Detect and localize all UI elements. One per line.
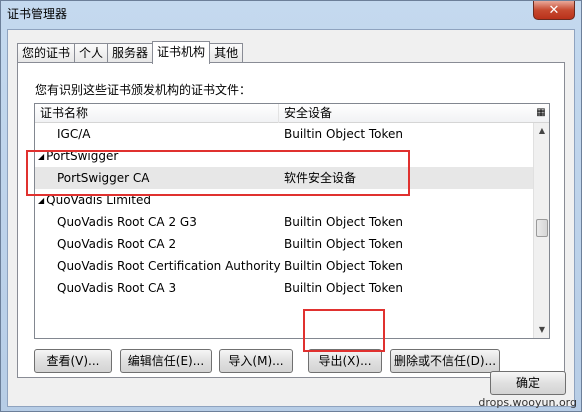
tree-header: 证书名称 安全设备 ▦ — [35, 104, 549, 123]
cert-device: Builtin Object Token — [284, 127, 404, 141]
group-name: QuoVadis Limited — [46, 193, 151, 207]
watermark-text: drops.wooyun.org — [478, 396, 577, 409]
cert-device: Builtin Object Token — [284, 215, 404, 229]
tree-group-row[interactable]: ◢ PortSwigger — [35, 145, 533, 167]
dialog-client-area: 您的证书 个人 服务器 证书机构 其他 您有识别这些证书颁发机构的证书文件： 证… — [7, 29, 575, 407]
delete-distrust-button[interactable]: 删除或不信任(D)... — [390, 349, 500, 373]
tree-group-row[interactable]: ◢ QuoVadis Limited — [35, 189, 533, 211]
cert-device: 软件安全设备 — [284, 171, 357, 185]
column-header-security-device[interactable]: 安全设备 — [279, 104, 533, 123]
title-bar[interactable]: 证书管理器 ✕ — [1, 1, 581, 25]
cert-name: QuoVadis Root Certification Authority — [57, 259, 281, 273]
cert-name: QuoVadis Root CA 3 — [57, 281, 177, 295]
export-button[interactable]: 导出(X)... — [308, 349, 382, 373]
authorities-panel: 您有识别这些证书颁发机构的证书文件： 证书名称 安全设备 ▦ IGC/A Bui… — [17, 62, 565, 378]
vertical-scrollbar[interactable]: ▲ ▼ — [533, 123, 549, 338]
close-button[interactable]: ✕ — [533, 1, 575, 20]
certificate-manager-window: 证书管理器 ✕ 您的证书 个人 服务器 证书机构 其他 您有识别这些证书颁发机构… — [0, 0, 582, 412]
cert-name: QuoVadis Root CA 2 — [57, 237, 177, 251]
tab-others[interactable]: 其他 — [209, 43, 244, 63]
cert-device: Builtin Object Token — [284, 259, 404, 273]
cert-device: Builtin Object Token — [284, 237, 404, 251]
column-header-cert-name[interactable]: 证书名称 — [35, 104, 279, 123]
tab-your-certs[interactable]: 您的证书 — [17, 43, 76, 63]
tree-row-selected[interactable]: PortSwigger CA 软件安全设备 — [35, 167, 533, 189]
group-name: PortSwigger — [46, 149, 119, 163]
expanded-triangle-icon[interactable]: ◢ — [38, 146, 44, 168]
tab-authorities[interactable]: 证书机构 — [152, 41, 211, 64]
tab-strip: 您的证书 个人 服务器 证书机构 其他 — [17, 41, 244, 64]
expanded-triangle-icon[interactable]: ◢ — [38, 190, 44, 212]
scroll-up-arrow-icon[interactable]: ▲ — [534, 123, 549, 139]
window-title: 证书管理器 — [7, 7, 68, 21]
scroll-down-arrow-icon[interactable]: ▼ — [534, 322, 549, 338]
ok-button[interactable]: 确定 — [490, 371, 566, 395]
cert-name: QuoVadis Root CA 2 G3 — [57, 215, 197, 229]
cert-name: IGC/A — [57, 127, 91, 141]
tree-row[interactable]: QuoVadis Root Certification Authority Bu… — [35, 255, 533, 277]
cert-device: Builtin Object Token — [284, 281, 404, 295]
certificate-tree[interactable]: 证书名称 安全设备 ▦ IGC/A Builtin Object Token ◢… — [34, 103, 550, 339]
tree-row[interactable]: QuoVadis Root CA 2 Builtin Object Token — [35, 233, 533, 255]
tab-people[interactable]: 个人 — [74, 43, 109, 63]
cert-name: PortSwigger CA — [57, 171, 150, 185]
edit-trust-button[interactable]: 编辑信任(E)... — [120, 349, 212, 373]
tab-servers[interactable]: 服务器 — [107, 43, 154, 63]
tree-row[interactable]: QuoVadis Root CA 3 Builtin Object Token — [35, 277, 533, 299]
tree-row[interactable]: QuoVadis Root CA 2 G3 Builtin Object Tok… — [35, 211, 533, 233]
tree-rows: IGC/A Builtin Object Token ◢ PortSwigger … — [35, 123, 533, 299]
column-picker-icon[interactable]: ▦ — [534, 105, 548, 121]
panel-caption: 您有识别这些证书颁发机构的证书文件： — [35, 83, 252, 97]
scrollbar-thumb[interactable] — [536, 219, 548, 237]
tree-row[interactable]: IGC/A Builtin Object Token — [35, 123, 533, 145]
view-button[interactable]: 查看(V)... — [34, 349, 112, 373]
import-button[interactable]: 导入(M)... — [219, 349, 293, 373]
